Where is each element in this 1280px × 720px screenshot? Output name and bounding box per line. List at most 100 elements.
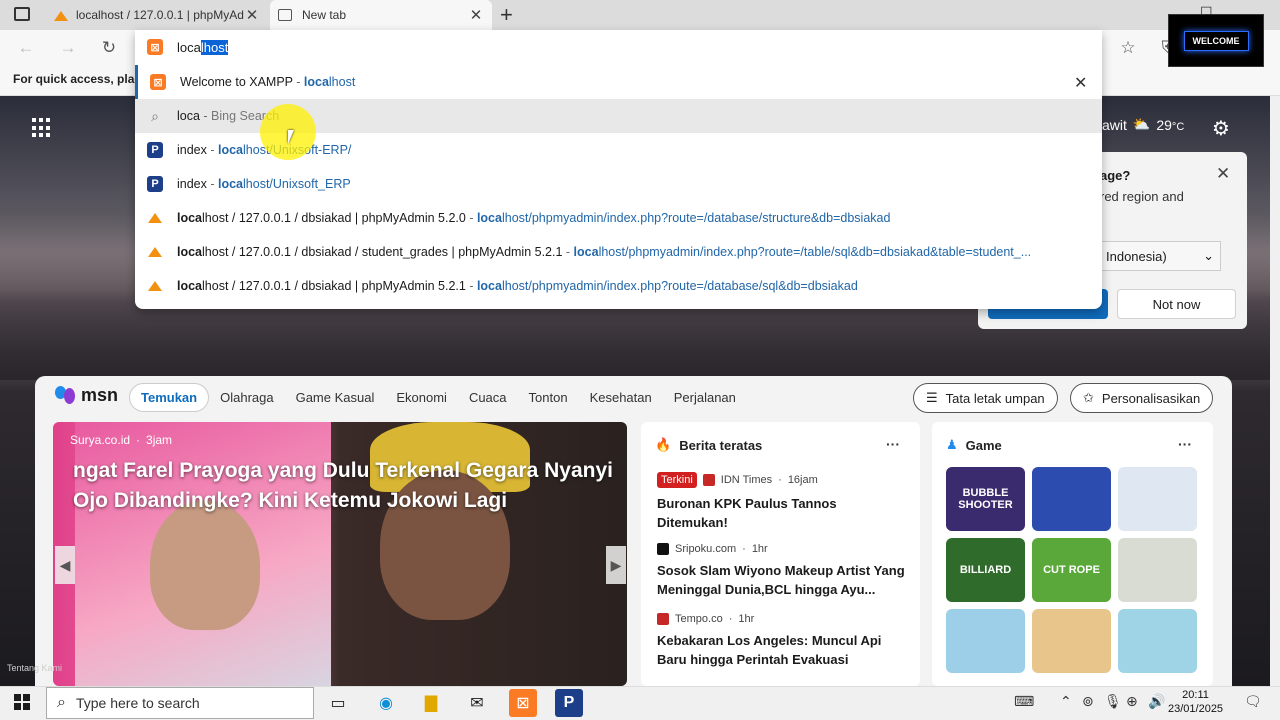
volume-icon[interactable]: 🔊 — [1148, 693, 1165, 710]
xampp-taskbar-icon[interactable]: ⊠ — [509, 689, 537, 717]
file-explorer-icon[interactable]: ▇ — [417, 689, 445, 717]
top-story-item[interactable]: Tempo.co · 1hr Kebakaran Los Angeles: Muncu… — [657, 613, 907, 669]
favorites-star-icon[interactable]: ☆ — [1116, 36, 1140, 60]
game-tile[interactable]: BILLIARD — [946, 538, 1025, 602]
omnibox-suggestion[interactable]: ⊠ Welcome to XAMPP - localhost — [135, 65, 1102, 99]
notifications-icon[interactable]: 🗨 — [1244, 693, 1262, 710]
carousel-next-icon[interactable]: ▶ — [606, 546, 626, 584]
game-tile[interactable] — [1032, 609, 1111, 673]
weather-widget[interactable]: awit ⛅ 29°C — [1102, 116, 1184, 133]
omnibox-suggestion[interactable]: Pindex - localhost/Unixsoft_ERP — [135, 167, 1102, 201]
keyboard-icon[interactable]: ⌨ — [1014, 693, 1034, 710]
tab-label: New tab — [302, 8, 347, 22]
forward-icon[interactable]: → — [56, 36, 80, 60]
edge-browser-icon[interactable]: ◉ — [372, 689, 400, 717]
personalize-button[interactable]: ✩ Personalisasikan — [1070, 383, 1214, 413]
weather-location: awit — [1102, 116, 1127, 133]
back-icon[interactable]: ← — [14, 36, 38, 60]
close-tab-icon[interactable]: ✕ — [244, 6, 260, 24]
network-icon[interactable]: ⊚ — [1082, 693, 1094, 710]
omnibox-suggestion[interactable]: localhost / 127.0.0.1 / dbsiakad / stude… — [135, 235, 1102, 269]
suggestion-text: localhost / 127.0.0.1 / dbsiakad | phpMy… — [177, 211, 891, 225]
tab-actions-icon[interactable] — [14, 7, 30, 21]
close-icon[interactable]: ✕ — [1216, 164, 1230, 184]
windows-start-icon[interactable] — [14, 694, 30, 710]
top-story-item[interactable]: Sripoku.com · 1hr Sosok Slam Wiyono Makeup … — [657, 543, 907, 599]
top-story-item[interactable]: Terkini IDN Times · 16jam Buronan KPK Paulus… — [657, 472, 907, 532]
game-tile-label: BUBBLE SHOOTER — [958, 487, 1013, 511]
address-autocomplete-text: lhost — [200, 39, 229, 55]
globe-icon[interactable]: ⊕ — [1126, 693, 1138, 710]
feed-tab[interactable]: Ekonomi — [385, 384, 458, 411]
region-select[interactable]: Indonesia) ⌄ — [1100, 241, 1221, 271]
hero-news-headline[interactable]: ngat Farel Prayoga yang Dulu Terkenal Ge… — [73, 456, 613, 516]
system-clock[interactable]: 20:11 23/01/2025 — [1168, 688, 1223, 716]
taskbar-search-input[interactable]: ⌕ Type here to search — [46, 687, 314, 719]
game-tile[interactable]: BUBBLE SHOOTER — [946, 467, 1025, 531]
new-tab-button[interactable]: + — [500, 2, 513, 28]
welcome-overlay-logo: WELCOME — [1168, 14, 1264, 67]
story-headline: Kebakaran Los Angeles: Muncul Api Baru h… — [657, 633, 882, 667]
publisher-icon — [702, 474, 715, 486]
language-popup-text: red region and — [1100, 189, 1184, 204]
game-pieces-icon: ♟ — [946, 437, 958, 452]
game-tile-label: CUT ROPE — [1043, 564, 1100, 576]
top-stories-header: 🔥 Berita teratas — [655, 437, 763, 453]
story-source: Sripoku.com · 1hr — [657, 543, 907, 555]
story-headline: Buronan KPK Paulus Tannos Ditemukan! — [657, 496, 837, 530]
p-app-icon[interactable]: P — [555, 689, 583, 717]
more-options-icon[interactable]: ··· — [1178, 436, 1192, 452]
settings-gear-icon[interactable]: ⚙ — [1212, 116, 1230, 141]
address-typed-text: loca — [177, 39, 201, 55]
about-link[interactable]: Tentang Kami — [7, 663, 62, 673]
omnibox-suggestion[interactable]: localhost / 127.0.0.1 / dbsiakad | phpMy… — [135, 201, 1102, 235]
app-launcher-icon[interactable] — [32, 118, 52, 138]
carousel-prev-icon[interactable]: ◀ — [55, 546, 75, 584]
game-tile[interactable] — [1118, 467, 1197, 531]
refresh-icon[interactable]: ↻ — [97, 36, 121, 60]
phpmyadmin-icon — [147, 278, 163, 294]
game-tile[interactable] — [946, 609, 1025, 673]
xampp-icon: ⊠ — [150, 74, 166, 90]
tab-new-tab[interactable]: New tab ✕ — [270, 0, 492, 30]
taskbar-search-placeholder: Type here to search — [75, 695, 200, 711]
scrollbar[interactable] — [1270, 96, 1280, 686]
remove-suggestion-icon[interactable]: ✕ — [1074, 73, 1087, 93]
feed-tab[interactable]: Cuaca — [458, 384, 518, 411]
more-options-icon[interactable]: ··· — [886, 436, 900, 452]
msn-butterfly-icon — [55, 385, 77, 406]
feed-tab[interactable]: Tonton — [518, 384, 579, 411]
close-tab-icon[interactable]: ✕ — [468, 6, 484, 24]
tab-phpmyadmin[interactable]: localhost / 127.0.0.1 | phpMyAdmin ✕ — [46, 0, 268, 30]
feed-layout-button[interactable]: ☰ Tata letak umpan — [913, 383, 1058, 413]
game-tile[interactable] — [1118, 609, 1197, 673]
clock-date: 23/01/2025 — [1168, 703, 1224, 715]
game-tile[interactable] — [1118, 538, 1197, 602]
microphone-icon[interactable]: 🎙 — [1104, 693, 1122, 710]
publisher-icon — [657, 543, 669, 555]
game-tile[interactable] — [1032, 467, 1111, 531]
feed-tab[interactable]: Kesehatan — [579, 384, 663, 411]
not-now-button[interactable]: Not now — [1117, 289, 1236, 319]
task-view-icon[interactable]: ▭ — [324, 689, 352, 717]
game-tile[interactable]: CUT ROPE — [1032, 538, 1111, 602]
feed-tab[interactable]: Olahraga — [209, 384, 284, 411]
feed-tab[interactable]: Game Kasual — [285, 384, 386, 411]
msn-logo[interactable]: msn — [55, 385, 118, 406]
mail-icon[interactable]: ✉ — [463, 689, 491, 717]
feed-tab[interactable]: Perjalanan — [663, 384, 747, 411]
omnibox-suggestion[interactable]: localhost / 127.0.0.1 / dbsiakad | phpMy… — [135, 269, 1102, 303]
feed-nav: Temukan Olahraga Game Kasual Ekonomi Cuaca To… — [129, 383, 747, 412]
phpmyadmin-icon — [147, 244, 163, 260]
suggestion-text: index - localhost/Unixsoft_ERP — [177, 177, 351, 191]
chevron-down-icon: ⌄ — [1203, 248, 1214, 263]
mouse-pointer-icon — [288, 130, 294, 144]
game-tile-label: BILLIARD — [959, 564, 1012, 576]
p-icon: P — [147, 142, 163, 158]
sparkle-star-icon: ✩ — [1083, 390, 1094, 405]
xampp-icon: ⊠ — [147, 39, 163, 55]
address-bar[interactable]: ⊠ localhost — [135, 30, 1102, 64]
feed-tab[interactable]: Temukan — [129, 383, 210, 412]
phpmyadmin-icon — [147, 210, 163, 226]
show-hidden-icons-icon[interactable]: ⌃ — [1060, 693, 1072, 710]
